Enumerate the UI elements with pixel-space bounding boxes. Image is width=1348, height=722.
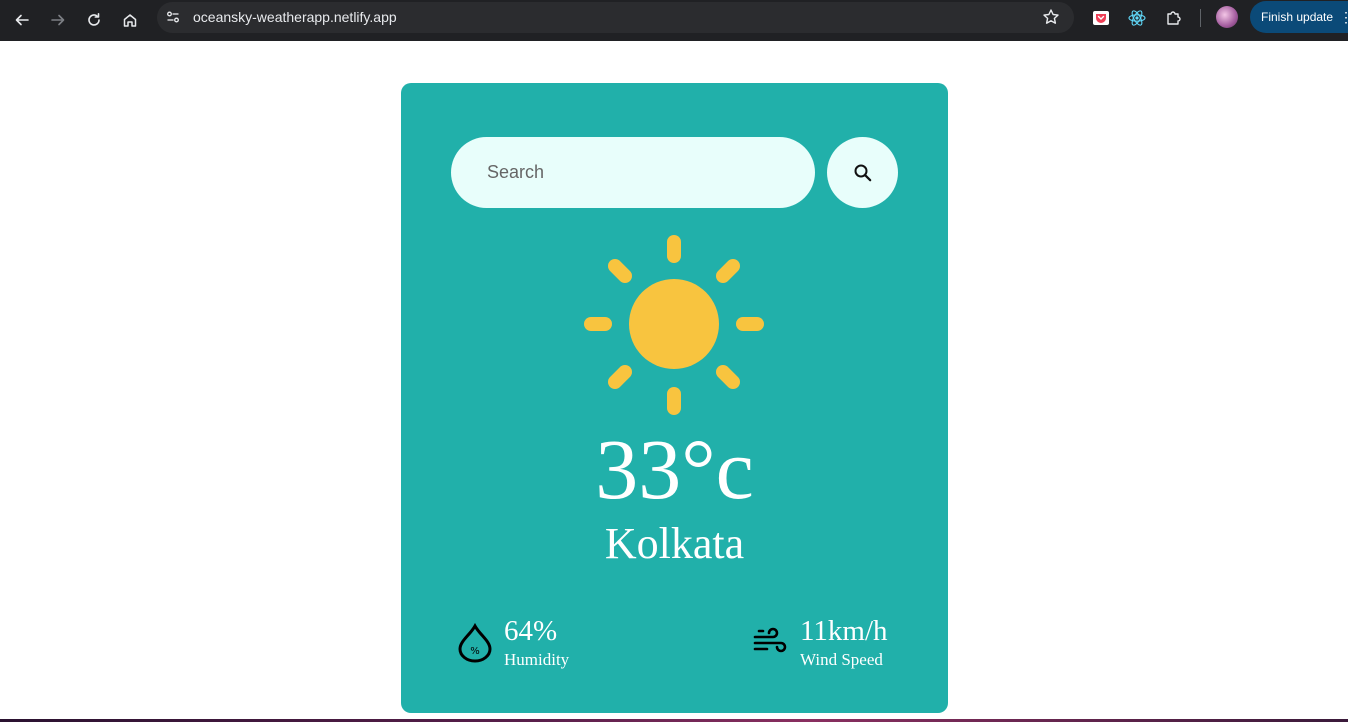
wind-label: Wind Speed xyxy=(800,650,883,669)
humidity-drop-icon: % xyxy=(458,623,492,663)
forward-button[interactable] xyxy=(43,5,73,35)
finish-update-button[interactable]: Finish update ⋮ xyxy=(1250,1,1348,33)
react-devtools-icon[interactable] xyxy=(1125,6,1149,30)
weather-card: 33°c Kolkata % 64% Humidity 11km/h Wind … xyxy=(401,83,948,713)
avatar[interactable] xyxy=(1216,6,1238,28)
wind-value: 11km/h xyxy=(800,615,888,647)
home-icon xyxy=(123,14,137,27)
sun-icon xyxy=(584,235,764,415)
reload-button[interactable] xyxy=(79,5,109,35)
svg-text:%: % xyxy=(470,646,480,657)
humidity-value: 64% xyxy=(504,615,558,647)
reload-icon xyxy=(88,13,100,26)
address-bar[interactable]: oceansky-weatherapp.netlify.app xyxy=(157,2,1074,33)
back-button[interactable] xyxy=(7,5,37,35)
toolbar-divider xyxy=(1200,9,1201,27)
pocket-extension-icon[interactable] xyxy=(1089,6,1113,30)
humidity-label: Humidity xyxy=(504,650,570,669)
arrow-left-icon xyxy=(15,14,29,26)
city-name: Kolkata xyxy=(604,519,745,568)
star-icon[interactable] xyxy=(1042,8,1060,31)
wind-icon xyxy=(753,627,787,653)
tune-icon[interactable] xyxy=(165,9,181,30)
temperature: 33°c xyxy=(595,421,754,517)
search-icon xyxy=(854,164,871,181)
search-input[interactable] xyxy=(451,137,815,208)
home-button[interactable] xyxy=(115,5,145,35)
arrow-right-icon xyxy=(51,14,65,26)
humidity-stat: % 64% Humidity xyxy=(456,613,636,673)
browser-toolbar: oceansky-weatherapp.netlify.app Finish u… xyxy=(0,0,1348,41)
finish-update-label: Finish update xyxy=(1261,10,1334,24)
search-button[interactable] xyxy=(827,137,898,208)
url-text[interactable]: oceansky-weatherapp.netlify.app xyxy=(193,9,397,25)
puzzle-icon[interactable] xyxy=(1162,6,1186,30)
wind-stat: 11km/h Wind Speed xyxy=(753,613,923,673)
more-vert-icon[interactable]: ⋮ xyxy=(1339,10,1348,24)
